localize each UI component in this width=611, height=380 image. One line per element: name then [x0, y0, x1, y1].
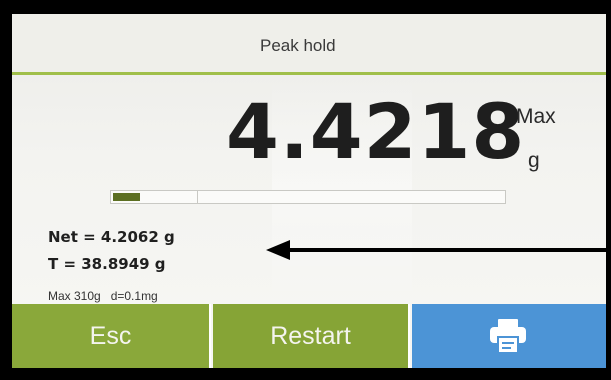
printer-icon [490, 319, 526, 354]
esc-button-label: Esc [89, 321, 132, 350]
capacity-divider [197, 191, 198, 203]
capacity-fill [113, 193, 140, 201]
weight-readout: 4.4218 [226, 87, 526, 176]
restart-button-label: Restart [270, 321, 351, 350]
net-weight-line: Net = 4.2062 g [48, 228, 175, 246]
unit-label: g [528, 149, 540, 172]
annotation-arrow [266, 240, 611, 260]
tare-weight-line: T = 38.8949 g [48, 255, 166, 273]
page-title: Peak hold [260, 36, 336, 55]
photo-frame: Peak hold 4.4218 Max g Net = 4.2062 g T … [0, 0, 611, 380]
restart-button[interactable]: Restart [213, 304, 410, 368]
print-button[interactable] [412, 304, 606, 368]
balance-spec-line: Max 310g d=0.1mg [48, 289, 158, 303]
capacity-bar [110, 190, 506, 204]
esc-button[interactable]: Esc [12, 304, 211, 368]
header-bar: Peak hold [12, 14, 606, 75]
mode-label: Max [516, 105, 556, 128]
balance-display-screen: Peak hold 4.4218 Max g Net = 4.2062 g T … [12, 14, 606, 368]
